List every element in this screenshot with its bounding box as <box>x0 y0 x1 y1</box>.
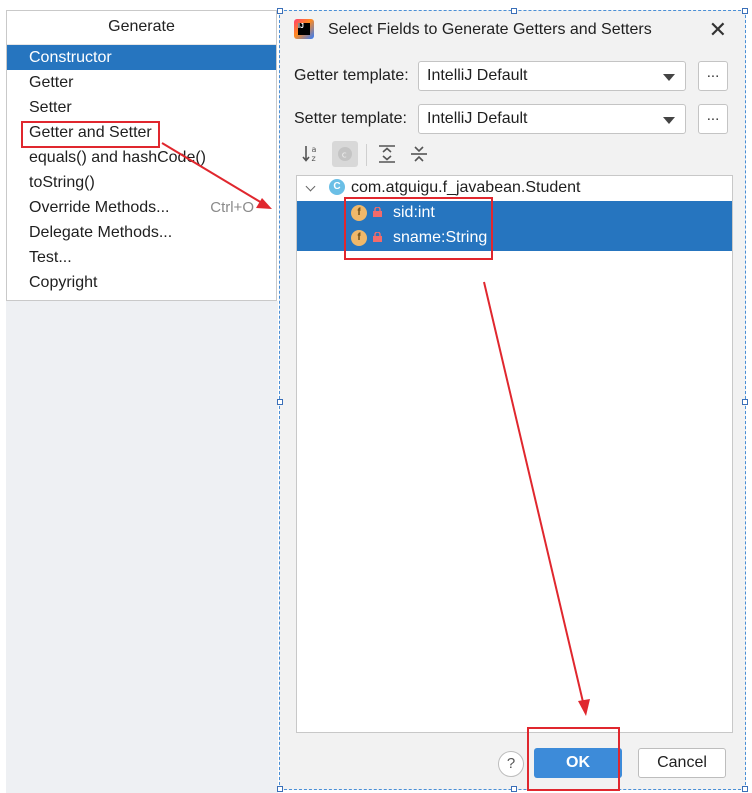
annotation-arrow-to-dialog <box>161 142 263 204</box>
arrowhead-icon <box>256 198 272 209</box>
annotation-arrows <box>161 142 590 716</box>
arrowhead-icon <box>578 699 590 716</box>
annotation-arrow-to-ok <box>483 281 584 703</box>
